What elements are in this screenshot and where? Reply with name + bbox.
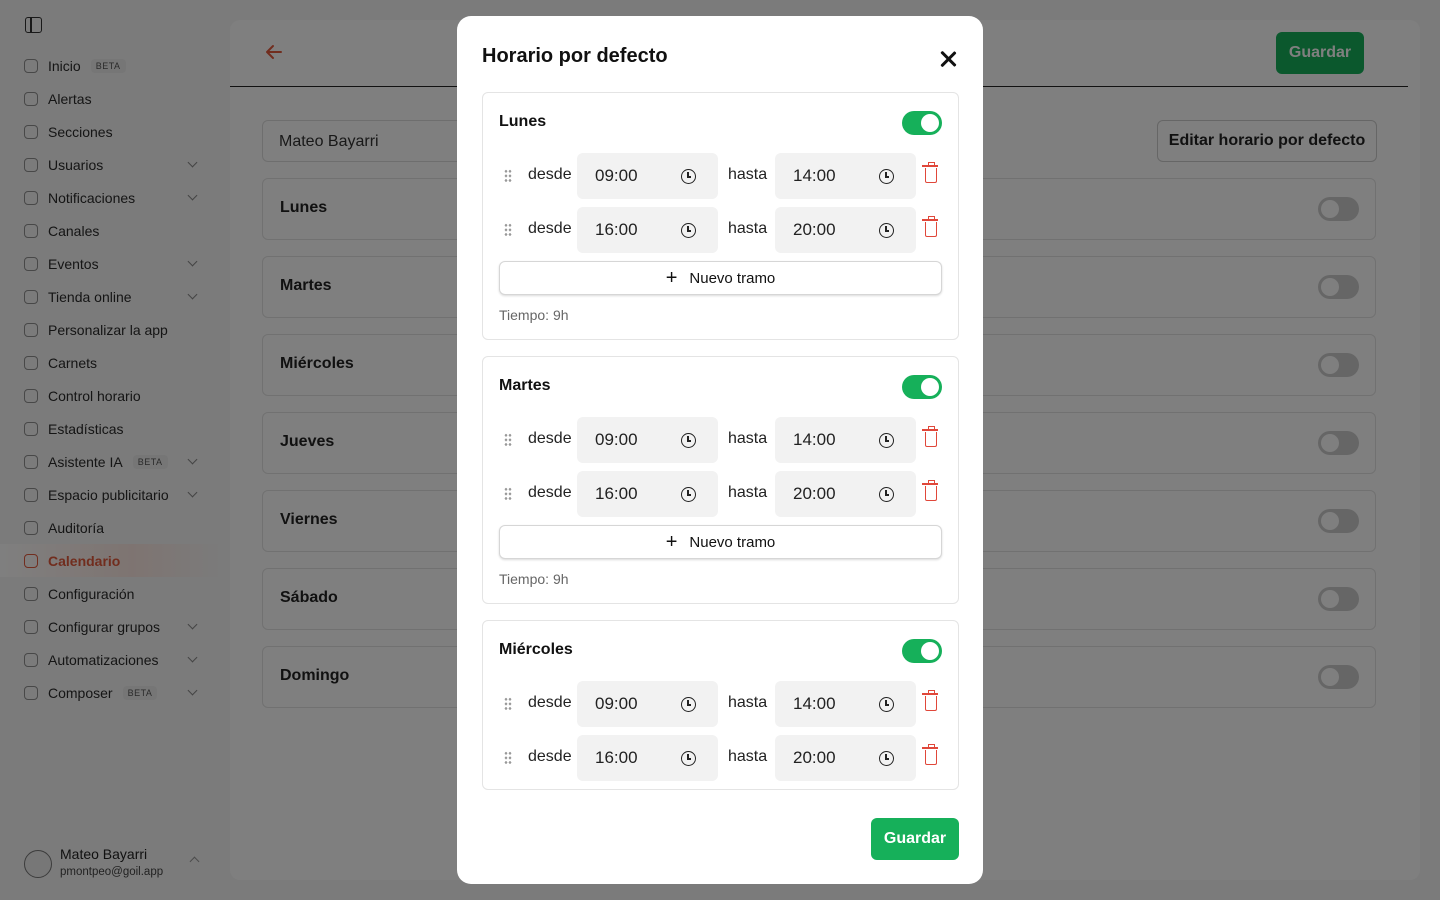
total-time: Tiempo: 9h [499,307,569,323]
clock-icon [681,487,696,502]
default-schedule-modal: Horario por defecto Lunes desde 09:00 ha… [457,16,983,884]
day-name: Martes [499,377,551,394]
trash-icon[interactable] [922,690,938,711]
trash-icon[interactable] [922,480,938,501]
modal-title: Horario por defecto [482,45,668,67]
close-icon[interactable] [938,49,958,69]
to-label: hasta [728,166,768,183]
add-slot-label: Nuevo tramo [689,533,776,551]
to-label: hasta [728,748,768,765]
day-card-lunes: Lunes desde 09:00 hasta 14:00 desde 16:0… [482,92,959,340]
to-time-input[interactable]: 20:00 [775,471,916,517]
to-time-input[interactable]: 20:00 [775,207,916,253]
from-time-input[interactable]: 09:00 [577,153,718,199]
day-card-miercoles: Miércoles desde 09:00 hasta 14:00 desde … [482,620,959,790]
clock-icon [681,697,696,712]
to-time-input[interactable]: 14:00 [775,153,916,199]
to-label: hasta [728,430,768,447]
clock-icon [681,223,696,238]
from-label: desde [528,220,572,237]
clock-icon [681,751,696,766]
time-slot: desde 16:00 hasta 20:00 [499,735,942,781]
time-slot: desde 09:00 hasta 14:00 [499,681,942,727]
time-slot: desde 16:00 hasta 20:00 [499,207,942,253]
from-label: desde [528,748,572,765]
from-time-input[interactable]: 16:00 [577,735,718,781]
drag-handle-icon[interactable] [504,487,512,501]
clock-icon [681,169,696,184]
from-time-input[interactable]: 09:00 [577,681,718,727]
time-slot: desde 16:00 hasta 20:00 [499,471,942,517]
from-time-input[interactable]: 09:00 [577,417,718,463]
modal-save-button[interactable]: Guardar [871,818,959,860]
modal-body: Lunes desde 09:00 hasta 14:00 desde 16:0… [482,92,959,802]
to-label: hasta [728,220,768,237]
day-name: Miércoles [499,641,573,658]
drag-handle-icon[interactable] [504,433,512,447]
add-slot-button[interactable]: + Nuevo tramo [499,525,942,559]
clock-icon [879,697,894,712]
day-name: Lunes [499,113,547,130]
trash-icon[interactable] [922,216,938,237]
drag-handle-icon[interactable] [504,169,512,183]
from-time-input[interactable]: 16:00 [577,471,718,517]
trash-icon[interactable] [922,744,938,765]
time-slot: desde 09:00 hasta 14:00 [499,417,942,463]
time-value: 14:00 [793,166,836,185]
to-label: hasta [728,484,768,501]
to-label: hasta [728,694,768,711]
clock-icon [879,751,894,766]
drag-handle-icon[interactable] [504,751,512,765]
trash-icon[interactable] [922,426,938,447]
time-value: 16:00 [595,484,638,503]
time-value: 20:00 [793,748,836,767]
trash-icon[interactable] [922,162,938,183]
time-value: 14:00 [793,430,836,449]
time-value: 09:00 [595,694,638,713]
clock-icon [681,433,696,448]
to-time-input[interactable]: 14:00 [775,417,916,463]
to-time-input[interactable]: 14:00 [775,681,916,727]
time-value: 09:00 [595,430,638,449]
plus-icon: + [665,267,678,289]
clock-icon [879,433,894,448]
clock-icon [879,487,894,502]
from-label: desde [528,694,572,711]
day-card-martes: Martes desde 09:00 hasta 14:00 desde 16:… [482,356,959,604]
drag-handle-icon[interactable] [504,223,512,237]
to-time-input[interactable]: 20:00 [775,735,916,781]
total-time: Tiempo: 9h [499,571,569,587]
time-value: 20:00 [793,220,836,239]
add-slot-button[interactable]: + Nuevo tramo [499,261,942,295]
from-label: desde [528,430,572,447]
time-value: 16:00 [595,220,638,239]
day-enabled-toggle[interactable] [902,111,942,135]
add-slot-label: Nuevo tramo [689,269,776,287]
clock-icon [879,169,894,184]
day-enabled-toggle[interactable] [902,375,942,399]
from-label: desde [528,484,572,501]
clock-icon [879,223,894,238]
time-value: 14:00 [793,694,836,713]
drag-handle-icon[interactable] [504,697,512,711]
plus-icon: + [665,531,678,553]
time-value: 09:00 [595,166,638,185]
day-enabled-toggle[interactable] [902,639,942,663]
time-slot: desde 09:00 hasta 14:00 [499,153,942,199]
time-value: 20:00 [793,484,836,503]
time-value: 16:00 [595,748,638,767]
from-time-input[interactable]: 16:00 [577,207,718,253]
from-label: desde [528,166,572,183]
